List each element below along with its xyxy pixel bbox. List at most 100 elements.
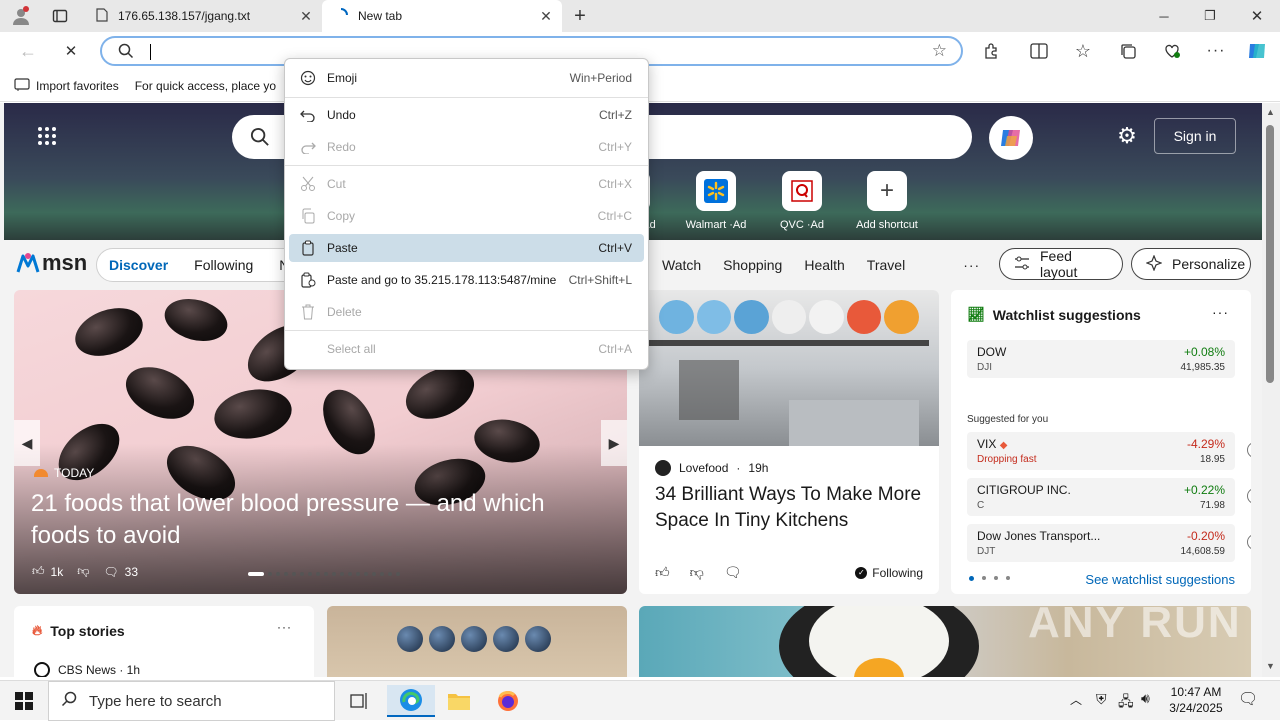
comment-button[interactable]: 🗨︎ 33 <box>103 565 138 579</box>
menu-item-emoji[interactable]: Emoji Win+Period <box>289 64 644 92</box>
watchlist-more-icon[interactable]: ··· <box>1212 304 1229 320</box>
tab-jgang[interactable]: 176.65.138.157/jgang.txt ✕ <box>84 0 322 32</box>
hero-headline[interactable]: 21 foods that lower blood pressure — and… <box>31 488 591 552</box>
tray-chevron-icon[interactable]: ︿ <box>1070 691 1082 708</box>
comment-icon[interactable]: 🗨︎ <box>724 564 742 581</box>
menu-item-copy[interactable]: Copy Ctrl+C <box>289 202 644 230</box>
network-icon[interactable]: 🖧︎ <box>1118 691 1134 715</box>
close-tab-icon[interactable]: ✕ <box>298 8 314 25</box>
menu-item-select-all[interactable]: Select all Ctrl+A <box>289 335 644 363</box>
favorite-star-icon[interactable]: ☆ <box>932 41 947 61</box>
tab-following[interactable]: Following <box>194 257 253 273</box>
favorites-icon[interactable]: ☆ <box>1072 40 1094 62</box>
scroll-down-icon[interactable]: ▼ <box>1266 661 1275 671</box>
app-launcher-icon[interactable] <box>36 125 58 147</box>
back-arrow-icon[interactable]: ← <box>17 40 39 62</box>
personalize-button[interactable]: Personalize <box>1131 248 1251 280</box>
menu-item-paste[interactable]: Paste Ctrl+V <box>289 234 644 262</box>
dislike-button[interactable]: 👎︎ <box>77 564 89 579</box>
add-shortcut-button[interactable]: + Add shortcut <box>847 171 927 231</box>
task-view-icon[interactable] <box>336 685 384 717</box>
import-icon <box>14 77 30 94</box>
add-watch-icon[interactable]: + <box>1247 488 1251 504</box>
vertical-scrollbar[interactable]: ▲ ▼ <box>1262 103 1280 677</box>
nav-more[interactable]: ··· <box>963 257 980 273</box>
shortcut-qvc[interactable]: QVC ·Ad <box>762 171 842 231</box>
watchlist-card: 📈︎ Watchlist suggestions ··· DOW DJI +0.… <box>951 290 1251 594</box>
following-badge[interactable]: ✓ Following <box>855 566 923 580</box>
thumbs-down-icon[interactable]: 👎︎ <box>690 564 704 581</box>
carousel-next-arrow[interactable]: ▶ <box>601 420 627 466</box>
firefox-icon[interactable] <box>484 685 532 717</box>
sign-in-button[interactable]: Sign in <box>1154 118 1236 154</box>
close-window-button[interactable]: ✕ <box>1234 0 1280 32</box>
thumbs-up-icon[interactable]: 👍︎ <box>655 564 670 581</box>
search-icon <box>250 127 270 150</box>
category-nav: Watch Shopping Health Travel ··· <box>662 257 980 273</box>
copilot-orb-button[interactable] <box>989 116 1033 160</box>
watch-row-citigroup[interactable]: CITIGROUP INC. C +0.22% 71.98 + <box>967 478 1251 516</box>
nav-travel[interactable]: Travel <box>867 257 905 273</box>
tab-new-tab[interactable]: New tab ✕ <box>322 0 562 32</box>
volume-icon[interactable]: 🔊︎ <box>1141 690 1150 707</box>
top-stories-more-icon[interactable]: ··· <box>277 620 292 634</box>
nav-health[interactable]: Health <box>804 257 844 273</box>
paste-go-icon <box>289 272 327 288</box>
carousel-prev-arrow[interactable]: ◀ <box>14 420 40 466</box>
watch-row-dow[interactable]: DOW DJI +0.08% 41,985.35 <box>967 340 1235 378</box>
extensions-icon[interactable] <box>980 40 1002 62</box>
article-engagement: 👍︎ 👎︎ 🗨︎ <box>655 564 742 581</box>
msn-logo[interactable]: msn <box>16 250 87 276</box>
new-tab-plus-icon[interactable]: + <box>569 5 591 27</box>
browser-essentials-icon[interactable] <box>1161 40 1183 62</box>
collections-icon[interactable] <box>1117 40 1139 62</box>
menu-item-redo[interactable]: Redo Ctrl+Y <box>289 133 644 161</box>
menu-item-cut[interactable]: Cut Ctrl+X <box>289 170 644 198</box>
nav-watch[interactable]: Watch <box>662 257 701 273</box>
profile-icon[interactable] <box>10 5 32 27</box>
menu-item-paste-and-go[interactable]: Paste and go to 35.215.178.113:5487/mine… <box>289 266 644 294</box>
import-favorites-button[interactable]: Import favorites <box>14 77 119 94</box>
watch-row-vix[interactable]: VIX ◆ Dropping fast -4.29% 18.95 + <box>967 432 1251 470</box>
tab-discover[interactable]: Discover <box>109 257 168 273</box>
like-button[interactable]: 👍︎ 1k <box>32 564 63 579</box>
shortcut-walmart[interactable]: Walmart ·Ad <box>676 171 756 231</box>
add-watch-icon[interactable]: + <box>1247 534 1251 550</box>
copilot-icon[interactable] <box>1246 40 1268 62</box>
see-watchlist-link[interactable]: See watchlist suggestions <box>1085 572 1235 587</box>
taskbar-search[interactable]: Type here to search <box>48 681 335 721</box>
scroll-thumb[interactable] <box>1266 125 1274 383</box>
restore-button[interactable]: ❐ <box>1187 0 1233 32</box>
article-card[interactable]: Lovefood · 19h 34 Brilliant Ways To Make… <box>639 290 939 594</box>
stones-image-card[interactable] <box>327 606 627 677</box>
add-watch-icon[interactable]: + <box>1247 442 1251 458</box>
file-explorer-icon[interactable] <box>435 685 483 717</box>
start-button[interactable] <box>0 685 48 717</box>
top-story-source[interactable]: CBS News · 1h <box>34 662 140 677</box>
copy-icon <box>289 208 327 224</box>
suggested-label: Suggested for you <box>967 414 1049 425</box>
menu-item-undo[interactable]: Undo Ctrl+Z <box>289 101 644 129</box>
stop-loading-icon[interactable]: ✕ <box>60 40 82 62</box>
tab-actions-icon[interactable] <box>49 5 71 27</box>
split-screen-icon[interactable] <box>1028 40 1050 62</box>
minimize-button[interactable]: ─ <box>1141 0 1187 32</box>
system-clock[interactable]: 10:47 AM 3/24/2025 <box>1164 684 1228 716</box>
edge-taskbar-icon[interactable] <box>387 685 435 717</box>
notifications-icon[interactable]: 🗨︎ <box>1238 689 1258 709</box>
page-settings-gear-icon[interactable]: ⚙ <box>1116 123 1138 148</box>
paste-icon <box>289 240 327 256</box>
network-shield-icon[interactable]: ⛨ <box>1096 691 1107 708</box>
scroll-up-icon[interactable]: ▲ <box>1266 107 1275 117</box>
close-tab-icon[interactable]: ✕ <box>538 8 554 25</box>
redo-icon <box>289 140 327 154</box>
tab-bar: 176.65.138.157/jgang.txt ✕ New tab ✕ + ─… <box>0 0 1280 32</box>
watch-row-djt[interactable]: Dow Jones Transport... DJT -0.20% 14,608… <box>967 524 1251 562</box>
feed-layout-button[interactable]: Feed layout <box>999 248 1123 280</box>
settings-more-icon[interactable]: ··· <box>1205 40 1227 62</box>
nav-shopping[interactable]: Shopping <box>723 257 782 273</box>
windows-taskbar: Type here to search ︿ ⛨ 🖧︎ 🔊︎ 10:47 AM 3… <box>0 680 1280 721</box>
menu-item-delete[interactable]: Delete <box>289 298 644 326</box>
text-caret <box>150 44 151 60</box>
article-headline[interactable]: 34 Brilliant Ways To Make More Space In … <box>655 482 925 534</box>
